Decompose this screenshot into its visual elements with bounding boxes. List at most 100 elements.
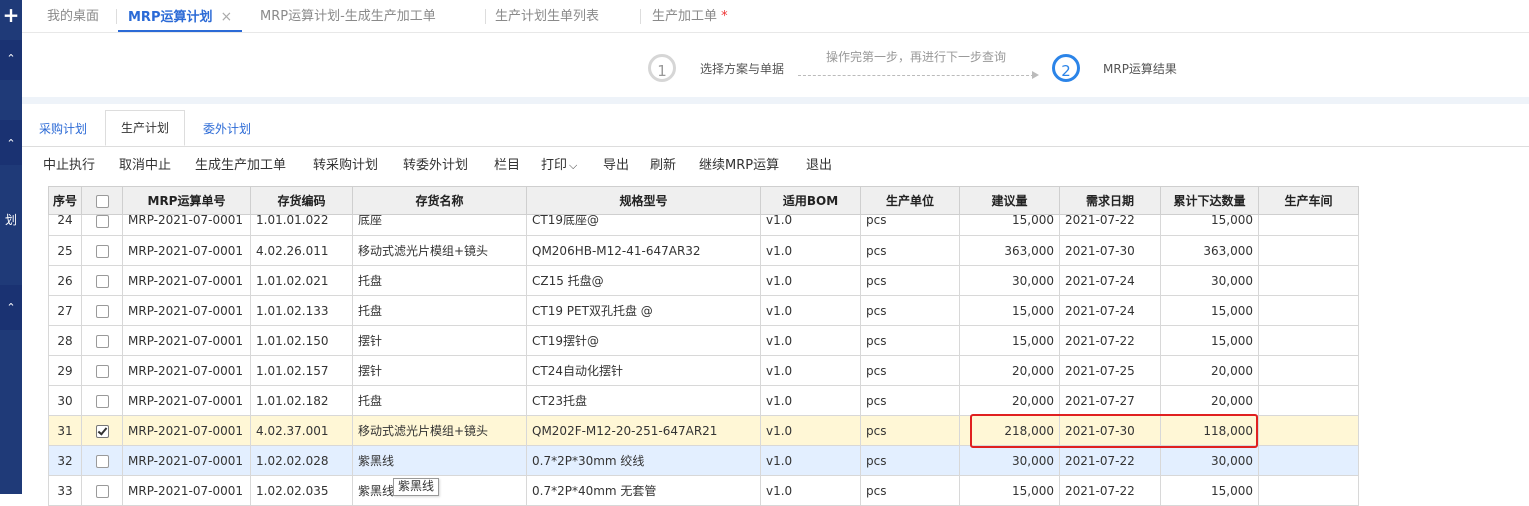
demand-date-cell[interactable]: 2021-07-24 — [1059, 265, 1161, 296]
col-header-date[interactable]: 需求日期 — [1059, 186, 1161, 215]
suggested-qty-cell[interactable]: 363,000 — [959, 235, 1060, 266]
item-code-cell[interactable]: 1.01.02.133 — [250, 295, 353, 326]
suggested-qty-cell[interactable]: 218,000 — [959, 415, 1060, 446]
item-name-cell[interactable]: 紫黑线 — [352, 445, 527, 476]
bom-cell[interactable]: v1.0 — [760, 445, 861, 476]
export-button[interactable]: 导出 — [603, 154, 629, 173]
col-header-order[interactable]: MRP运算单号 — [122, 186, 251, 215]
issued-qty-cell[interactable]: 30,000 — [1160, 265, 1259, 296]
columns-button[interactable]: 栏目 — [494, 154, 520, 173]
demand-date-cell[interactable]: 2021-07-24 — [1059, 295, 1161, 326]
bom-cell[interactable]: v1.0 — [760, 295, 861, 326]
item-name-cell[interactable]: 移动式滤光片模组+镜头 — [352, 415, 527, 446]
order-number-cell[interactable]: MRP-2021-07-0001 — [122, 385, 251, 416]
unit-cell[interactable]: pcs — [860, 475, 960, 506]
row-checkbox[interactable] — [95, 364, 109, 378]
spec-cell[interactable]: QM206HB-M12-41-647AR32 — [526, 235, 761, 266]
workshop-cell[interactable] — [1258, 445, 1359, 476]
cancel-suspend-button[interactable]: 取消中止 — [119, 154, 171, 173]
bom-cell[interactable]: v1.0 — [760, 265, 861, 296]
suggested-qty-cell[interactable]: 20,000 — [959, 355, 1060, 386]
unit-cell[interactable]: pcs — [860, 445, 960, 476]
item-code-cell[interactable]: 1.01.01.022 — [250, 214, 353, 236]
issued-qty-cell[interactable]: 15,000 — [1160, 325, 1259, 356]
tab-production-order[interactable]: 生产加工单 * — [652, 0, 728, 32]
item-code-cell[interactable]: 4.02.26.011 — [250, 235, 353, 266]
row-checkbox[interactable] — [95, 244, 109, 258]
unit-cell[interactable]: pcs — [860, 235, 960, 266]
issued-qty-cell[interactable]: 15,000 — [1160, 475, 1259, 506]
col-header-qty[interactable]: 建议量 — [959, 186, 1060, 215]
row-number[interactable]: 33 — [48, 475, 82, 506]
demand-date-cell[interactable]: 2021-07-30 — [1059, 415, 1161, 446]
row-number[interactable]: 25 — [48, 235, 82, 266]
unit-cell[interactable]: pcs — [860, 325, 960, 356]
table-row[interactable]: 29 MRP-2021-07-0001 1.01.02.157 摆针 CT24自动化摆针… — [48, 355, 1359, 386]
demand-date-cell[interactable]: 2021-07-22 — [1059, 325, 1161, 356]
bom-cell[interactable]: v1.0 — [760, 355, 861, 386]
unit-cell[interactable]: pcs — [860, 295, 960, 326]
row-checkbox[interactable] — [95, 394, 109, 408]
step-1-circle[interactable]: 1 — [648, 54, 676, 82]
bom-cell[interactable]: v1.0 — [760, 415, 861, 446]
suggested-qty-cell[interactable]: 30,000 — [959, 445, 1060, 476]
order-number-cell[interactable]: MRP-2021-07-0001 — [122, 415, 251, 446]
spec-cell[interactable]: QM202F-M12-20-251-647AR21 — [526, 415, 761, 446]
row-number[interactable]: 29 — [48, 355, 82, 386]
tab-plan-list[interactable]: 生产计划生单列表 — [495, 0, 599, 32]
item-code-cell[interactable]: 1.02.02.035 — [250, 475, 353, 506]
item-name-cell[interactable]: 底座 — [352, 214, 527, 236]
tab-purchase-plan[interactable]: 采购计划 — [39, 116, 87, 146]
issued-qty-cell[interactable]: 20,000 — [1160, 355, 1259, 386]
item-code-cell[interactable]: 1.01.02.182 — [250, 385, 353, 416]
suggested-qty-cell[interactable]: 15,000 — [959, 214, 1060, 236]
item-name-cell[interactable]: 托盘 — [352, 265, 527, 296]
col-header-spec[interactable]: 规格型号 — [526, 186, 761, 215]
workshop-cell[interactable] — [1258, 355, 1359, 386]
table-row[interactable]: 24 MRP-2021-07-0001 1.01.01.022 底座 CT19底座@ v1… — [48, 214, 1359, 236]
spec-cell[interactable]: CT19底座@ — [526, 214, 761, 236]
suggested-qty-cell[interactable]: 15,000 — [959, 295, 1060, 326]
spec-cell[interactable]: CZ15 托盘@ — [526, 265, 761, 296]
bom-cell[interactable]: v1.0 — [760, 475, 861, 506]
tab-desktop[interactable]: 我的桌面 — [47, 0, 99, 32]
tab-mrp-plan[interactable]: MRP运算计划 × — [118, 0, 243, 32]
item-name-cell[interactable]: 托盘 — [352, 295, 527, 326]
spec-cell[interactable]: CT23托盘 — [526, 385, 761, 416]
order-number-cell[interactable]: MRP-2021-07-0001 — [122, 445, 251, 476]
order-number-cell[interactable]: MRP-2021-07-0001 — [122, 355, 251, 386]
suggested-qty-cell[interactable]: 30,000 — [959, 265, 1060, 296]
bom-cell[interactable]: v1.0 — [760, 214, 861, 236]
workshop-cell[interactable] — [1258, 415, 1359, 446]
unit-cell[interactable]: pcs — [860, 214, 960, 236]
order-number-cell[interactable]: MRP-2021-07-0001 — [122, 325, 251, 356]
row-number[interactable]: 28 — [48, 325, 82, 356]
item-code-cell[interactable]: 1.01.02.150 — [250, 325, 353, 356]
table-row[interactable]: 25 MRP-2021-07-0001 4.02.26.011 移动式滤光片模组+镜头… — [48, 235, 1359, 266]
item-name-cell[interactable]: 托盘 — [352, 385, 527, 416]
row-number[interactable]: 32 — [48, 445, 82, 476]
issued-qty-cell[interactable]: 15,000 — [1160, 214, 1259, 236]
row-checkbox[interactable] — [95, 215, 109, 228]
tab-mrp-generate[interactable]: MRP运算计划-生成生产加工单 — [260, 0, 436, 32]
col-header-code[interactable]: 存货编码 — [250, 186, 353, 215]
bom-cell[interactable]: v1.0 — [760, 235, 861, 266]
to-purchase-button[interactable]: 转采购计划 — [313, 154, 378, 173]
row-checkbox[interactable] — [95, 424, 109, 438]
table-row[interactable]: 30 MRP-2021-07-0001 1.01.02.182 托盘 CT23托盘 v1.… — [48, 385, 1359, 416]
suspend-button[interactable]: 中止执行 — [43, 154, 95, 173]
row-number[interactable]: 27 — [48, 295, 82, 326]
row-number[interactable]: 24 — [48, 214, 82, 236]
order-number-cell[interactable]: MRP-2021-07-0001 — [122, 265, 251, 296]
spec-cell[interactable]: 0.7*2P*40mm 无套管 — [526, 475, 761, 506]
close-icon[interactable]: × — [220, 9, 232, 25]
row-number[interactable]: 30 — [48, 385, 82, 416]
unit-cell[interactable]: pcs — [860, 385, 960, 416]
chevron-up-icon[interactable]: ⌃ — [0, 53, 22, 64]
unit-cell[interactable]: pcs — [860, 355, 960, 386]
item-code-cell[interactable]: 4.02.37.001 — [250, 415, 353, 446]
issued-qty-cell[interactable]: 30,000 — [1160, 445, 1259, 476]
issued-qty-cell[interactable]: 363,000 — [1160, 235, 1259, 266]
table-row[interactable]: 32 MRP-2021-07-0001 1.02.02.028 紫黑线 0.7*2P*3… — [48, 445, 1359, 476]
order-number-cell[interactable]: MRP-2021-07-0001 — [122, 475, 251, 506]
